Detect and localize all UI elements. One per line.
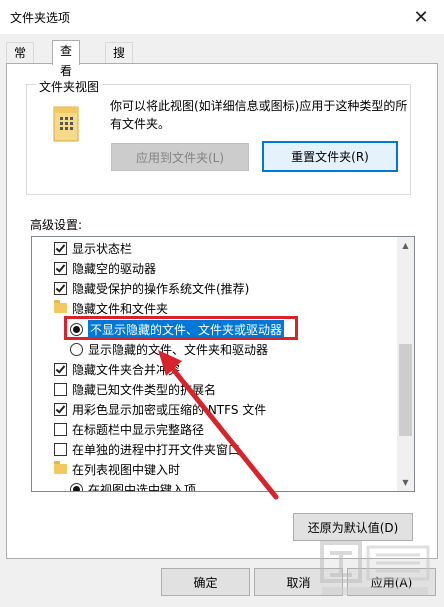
list-item[interactable]: 显示状态栏 [54, 238, 132, 258]
checkbox[interactable] [54, 261, 67, 275]
vertical-scrollbar[interactable]: ▲ ▼ [397, 237, 414, 491]
checkbox[interactable] [54, 382, 67, 396]
list-item[interactable]: 在单独的进程中打开文件夹窗口 [54, 439, 240, 459]
tab-view[interactable]: 查看 [52, 40, 81, 78]
list-item-label: 显示隐藏的文件、文件夹和驱动器 [88, 342, 269, 357]
list-item: 隐藏文件和文件夹 [54, 298, 168, 318]
tab-general[interactable]: 常规 [6, 42, 35, 80]
scroll-thumb[interactable] [399, 344, 412, 436]
checkbox[interactable] [54, 402, 67, 416]
advanced-settings-label: 高级设置: [30, 218, 83, 232]
watermark-logo-icon [320, 541, 430, 595]
list-item[interactable]: 在标题栏中显示完整路径 [54, 419, 204, 439]
list-item-label: 显示状态栏 [72, 241, 133, 256]
list-item-label: 隐藏空的驱动器 [72, 261, 157, 276]
reset-folders-button[interactable]: 重置文件夹(R) [262, 141, 398, 172]
folder-icon [54, 300, 67, 313]
list-item[interactable]: 显示隐藏的文件、文件夹和驱动器 [70, 339, 268, 359]
list-item[interactable]: 隐藏已知文件类型的扩展名 [54, 379, 216, 399]
list-item-label: 隐藏已知文件类型的扩展名 [72, 382, 217, 397]
list-item-label: 在标题栏中显示完整路径 [72, 422, 205, 437]
list-item[interactable]: 隐藏文件夹合并冲突 [54, 359, 180, 379]
title-bar: 文件夹选项 ✕ [0, 0, 444, 34]
radio-button[interactable] [70, 482, 83, 491]
checkbox[interactable] [54, 241, 67, 255]
list-item-label: 隐藏受保护的操作系统文件(推荐) [72, 281, 250, 296]
checkbox[interactable] [54, 362, 67, 376]
folder-options-dialog: 文件夹选项 ✕ 常规 查看 搜索 文件夹视图 你可以将此视图(如详细信息或图标)… [0, 0, 444, 607]
list-item[interactable]: 隐藏空的驱动器 [54, 258, 156, 278]
advanced-settings-tree: 显示状态栏 隐藏空的驱动器 隐藏受保护的操作系统文件(推荐) 隐藏文件和文件夹 … [31, 236, 415, 492]
tab-search[interactable]: 搜索 [105, 42, 134, 80]
scroll-down-icon[interactable]: ▼ [397, 474, 414, 491]
radio-button[interactable] [70, 342, 83, 356]
list-item-label: 隐藏文件和文件夹 [72, 301, 169, 316]
close-icon[interactable]: ✕ [398, 0, 444, 34]
list-item-label: 隐藏文件夹合并冲突 [72, 362, 181, 377]
list-item-label: 在视图中选中键入项 [88, 482, 197, 492]
checkbox[interactable] [54, 422, 67, 436]
list-item[interactable]: 隐藏受保护的操作系统文件(推荐) [54, 278, 249, 298]
window-title: 文件夹选项 [10, 11, 71, 25]
list-item-label: 在列表视图中键入时 [72, 462, 181, 477]
list-item[interactable]: 在视图中选中键入项 [70, 479, 197, 492]
apply-to-folders-button[interactable]: 应用到文件夹(L) [111, 143, 249, 171]
folder-views-description: 你可以将此视图(如详细信息或图标)应用于这种类型的所有文件夹。 [110, 99, 408, 131]
folder-icon [54, 461, 67, 474]
ok-button[interactable]: 确定 [161, 568, 250, 596]
list-item: 在列表视图中键入时 [54, 459, 180, 479]
scroll-up-icon[interactable]: ▲ [397, 237, 414, 254]
list-item-label: 在单独的进程中打开文件夹窗口 [72, 442, 241, 457]
checkbox[interactable] [54, 442, 67, 456]
checkbox[interactable] [54, 281, 67, 295]
restore-defaults-button[interactable]: 还原为默认值(D) [293, 513, 413, 541]
folder-view-icon [53, 106, 79, 142]
annotation-highlight-box [64, 316, 298, 340]
list-item[interactable]: 用彩色显示加密或压缩的 NTFS 文件 [54, 399, 266, 419]
list-item-label: 用彩色显示加密或压缩的 NTFS 文件 [72, 402, 267, 417]
